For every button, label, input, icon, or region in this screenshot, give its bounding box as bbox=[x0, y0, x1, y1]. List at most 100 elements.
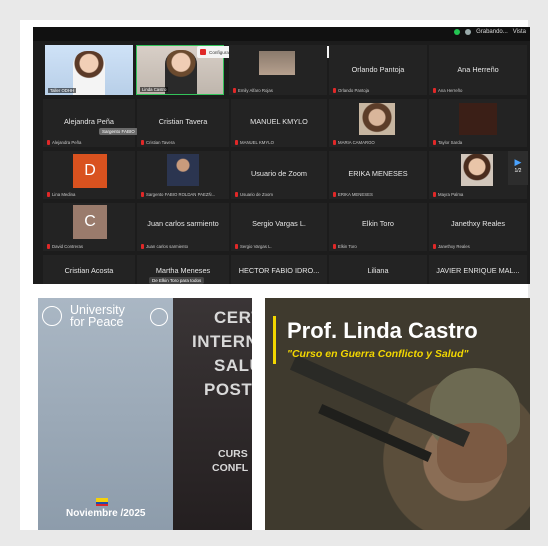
letter-avatar: C bbox=[73, 205, 107, 239]
accent-bar bbox=[273, 316, 276, 364]
participant-small-name: Alejandra Peña bbox=[47, 140, 81, 145]
participant-tile[interactable]: ERIKA MENESES ERIKA MENESES bbox=[329, 151, 427, 199]
participant-small-name: Taylor Sarda bbox=[433, 140, 462, 145]
muted-mic-icon bbox=[141, 244, 144, 249]
participant-tile[interactable]: C David Contreras bbox=[43, 203, 135, 251]
participant-name: Ana Herreño bbox=[457, 65, 499, 74]
muted-mic-icon bbox=[333, 140, 336, 145]
participant-tile[interactable]: Cristian Tavera Cristian Tavera bbox=[137, 99, 229, 147]
participant-tile[interactable]: Emily Alfaro Rojas bbox=[229, 45, 327, 95]
participant-video bbox=[165, 50, 197, 94]
certificate-text: POSTC bbox=[204, 380, 252, 399]
participant-tile[interactable]: MARIA CAMARGO bbox=[329, 99, 427, 147]
participant-name: Elkin Toro bbox=[362, 219, 394, 228]
raised-hand-badge: Sargento FABIO bbox=[99, 128, 138, 135]
participant-small-name: David Contreras bbox=[47, 244, 83, 249]
participant-small-name: Mayra Palma bbox=[433, 192, 463, 197]
participant-name: ERIKA MENESES bbox=[348, 169, 408, 178]
record-icon bbox=[465, 29, 472, 35]
zoom-status: Grabando... Vista bbox=[454, 29, 526, 35]
participant-name: MANUEL KMYLO bbox=[250, 117, 308, 126]
participant-tile[interactable]: Juan carlos sarmiento Juan carlos sarmie… bbox=[137, 203, 229, 251]
muted-mic-icon bbox=[433, 140, 436, 145]
muted-mic-icon bbox=[433, 244, 436, 249]
zoom-meeting-screen: Grabando... Vista Taller ODHH Linda Cast… bbox=[33, 27, 530, 284]
video-label: Linda Castro bbox=[140, 87, 169, 92]
certificate-text: SALU bbox=[214, 356, 252, 375]
participant-name: Cristian Tavera bbox=[158, 117, 208, 126]
muted-mic-icon bbox=[333, 244, 336, 249]
course-text: CONFL bbox=[212, 462, 249, 474]
muted-mic-icon bbox=[233, 88, 236, 93]
participant-tile[interactable]: HECTOR FABIO IDRO... bbox=[231, 255, 327, 284]
avatar bbox=[461, 154, 493, 186]
participant-name: Juan carlos sarmiento bbox=[147, 219, 219, 228]
muted-mic-icon bbox=[333, 88, 336, 93]
participant-name: Liliana bbox=[367, 266, 389, 275]
reaction-banner: De Elkin Toro para todos bbox=[149, 277, 205, 284]
participant-small-name: Ana Herreño bbox=[433, 88, 462, 93]
university-banner: University for Peace Noviembre /2025 bbox=[38, 298, 173, 530]
participant-tile[interactable]: MANUEL KMYLO MANUEL KMYLO bbox=[231, 99, 327, 147]
participant-tile[interactable]: Cristian Acosta bbox=[43, 255, 135, 284]
muted-mic-icon bbox=[433, 88, 436, 93]
participant-tile[interactable]: Taylor Sarda bbox=[429, 99, 527, 147]
participant-small-name: ERIKA MENESES bbox=[333, 192, 373, 197]
participant-tile[interactable]: Sargento FABIO ROLDAN PAEZÑ... bbox=[137, 151, 229, 199]
course-poster: Prof. Linda Castro "Curso en Guerra Conf… bbox=[265, 298, 530, 530]
participant-tile[interactable]: Orlando Pantoja Orlando Pantoja bbox=[329, 45, 427, 95]
participant-tile[interactable]: Sergio Vargas L. Sergio Vargas L. bbox=[231, 203, 327, 251]
muted-mic-icon bbox=[333, 192, 336, 197]
participant-name: Cristian Acosta bbox=[64, 266, 114, 275]
participant-name: Alejandra Peña bbox=[64, 117, 114, 126]
participant-tile[interactable]: Elkin Toro Elkin Toro bbox=[329, 203, 427, 251]
participant-tile[interactable]: Alejandra Peña Alejandra Peña bbox=[43, 99, 135, 147]
participant-tile[interactable]: D Lina Medina bbox=[43, 151, 135, 199]
event-date: Noviembre /2025 bbox=[66, 508, 146, 519]
un-emblem-icon bbox=[150, 308, 168, 326]
avatar bbox=[459, 103, 497, 135]
participant-name: Orlando Pantoja bbox=[351, 65, 405, 74]
view-button[interactable]: Vista bbox=[513, 29, 526, 35]
zoom-top-bar: Grabando... Vista bbox=[33, 27, 530, 41]
next-page-button[interactable]: ▶ 1/2 bbox=[508, 151, 528, 185]
university-logo-icon bbox=[42, 306, 62, 326]
muted-mic-icon bbox=[235, 140, 238, 145]
muted-mic-icon bbox=[141, 192, 144, 197]
muted-mic-icon bbox=[141, 140, 144, 145]
colombia-flag-icon bbox=[96, 498, 108, 506]
avatar bbox=[259, 51, 295, 75]
participant-tile[interactable]: Usuario de Zoom Usuario de Zoom bbox=[231, 151, 327, 199]
arrow-right-icon: ▶ bbox=[514, 157, 522, 167]
page-count: 1/2 bbox=[514, 168, 522, 174]
participant-small-name: Emily Alfaro Rojas bbox=[233, 88, 273, 93]
muted-mic-icon bbox=[47, 244, 50, 249]
recording-label: Grabando... bbox=[476, 29, 508, 35]
participant-small-name: Usuario de Zoom bbox=[235, 192, 273, 197]
participant-tile[interactable]: JAVIER ENRIQUE MAL... bbox=[429, 255, 527, 284]
security-icon bbox=[454, 29, 461, 35]
muted-mic-icon bbox=[235, 192, 238, 197]
participant-tile[interactable]: Ana Herreño Ana Herreño bbox=[429, 45, 527, 95]
certificate-photo: University for Peace Noviembre /2025 CER… bbox=[38, 298, 252, 530]
video-tile-taller[interactable]: Taller ODHH bbox=[45, 45, 133, 95]
audio-icon bbox=[200, 49, 206, 55]
muted-mic-icon bbox=[47, 192, 50, 197]
participant-small-name: Cristian Tavera bbox=[141, 140, 175, 145]
participant-small-name: Janethxy Reales bbox=[433, 244, 470, 249]
muted-mic-icon bbox=[47, 140, 50, 145]
participant-small-name: MANUEL KMYLO bbox=[235, 140, 274, 145]
avatar bbox=[167, 154, 199, 186]
participant-tile[interactable]: Liliana bbox=[329, 255, 427, 284]
poster-title: Prof. Linda Castro bbox=[287, 318, 478, 343]
certificate-text: INTERN bbox=[192, 332, 252, 351]
participant-small-name: Lina Medina bbox=[47, 192, 75, 197]
participant-name: Sergio Vargas L. bbox=[252, 219, 306, 228]
participant-name: JAVIER ENRIQUE MAL... bbox=[436, 266, 520, 275]
participant-small-name: Sergio Vargas L. bbox=[235, 244, 272, 249]
participant-small-name: Orlando Pantoja bbox=[333, 88, 369, 93]
participant-tile[interactable]: Janethxy Reales Janethxy Reales bbox=[429, 203, 527, 251]
participant-video bbox=[73, 51, 105, 95]
muted-mic-icon bbox=[433, 192, 436, 197]
avatar bbox=[359, 103, 395, 135]
